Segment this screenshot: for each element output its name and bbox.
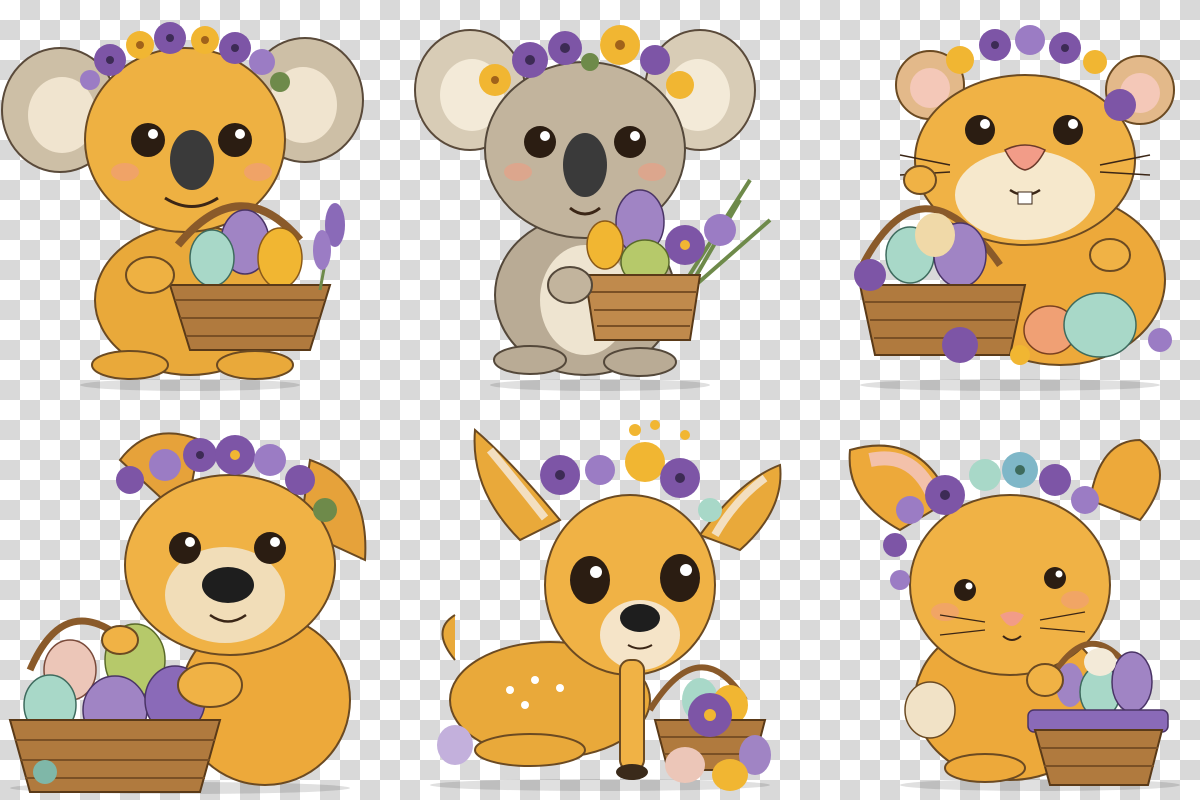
hamster-with-basket-figure	[800, 0, 1200, 400]
bunny-with-basket-figure	[800, 400, 1200, 800]
fawn-with-basket-figure	[400, 400, 800, 800]
clipart-sheet	[0, 0, 1200, 800]
koala-with-basket-figure	[0, 0, 400, 400]
grey-koala-with-basket-figure	[400, 0, 800, 400]
puppy-with-basket-figure	[0, 400, 400, 800]
